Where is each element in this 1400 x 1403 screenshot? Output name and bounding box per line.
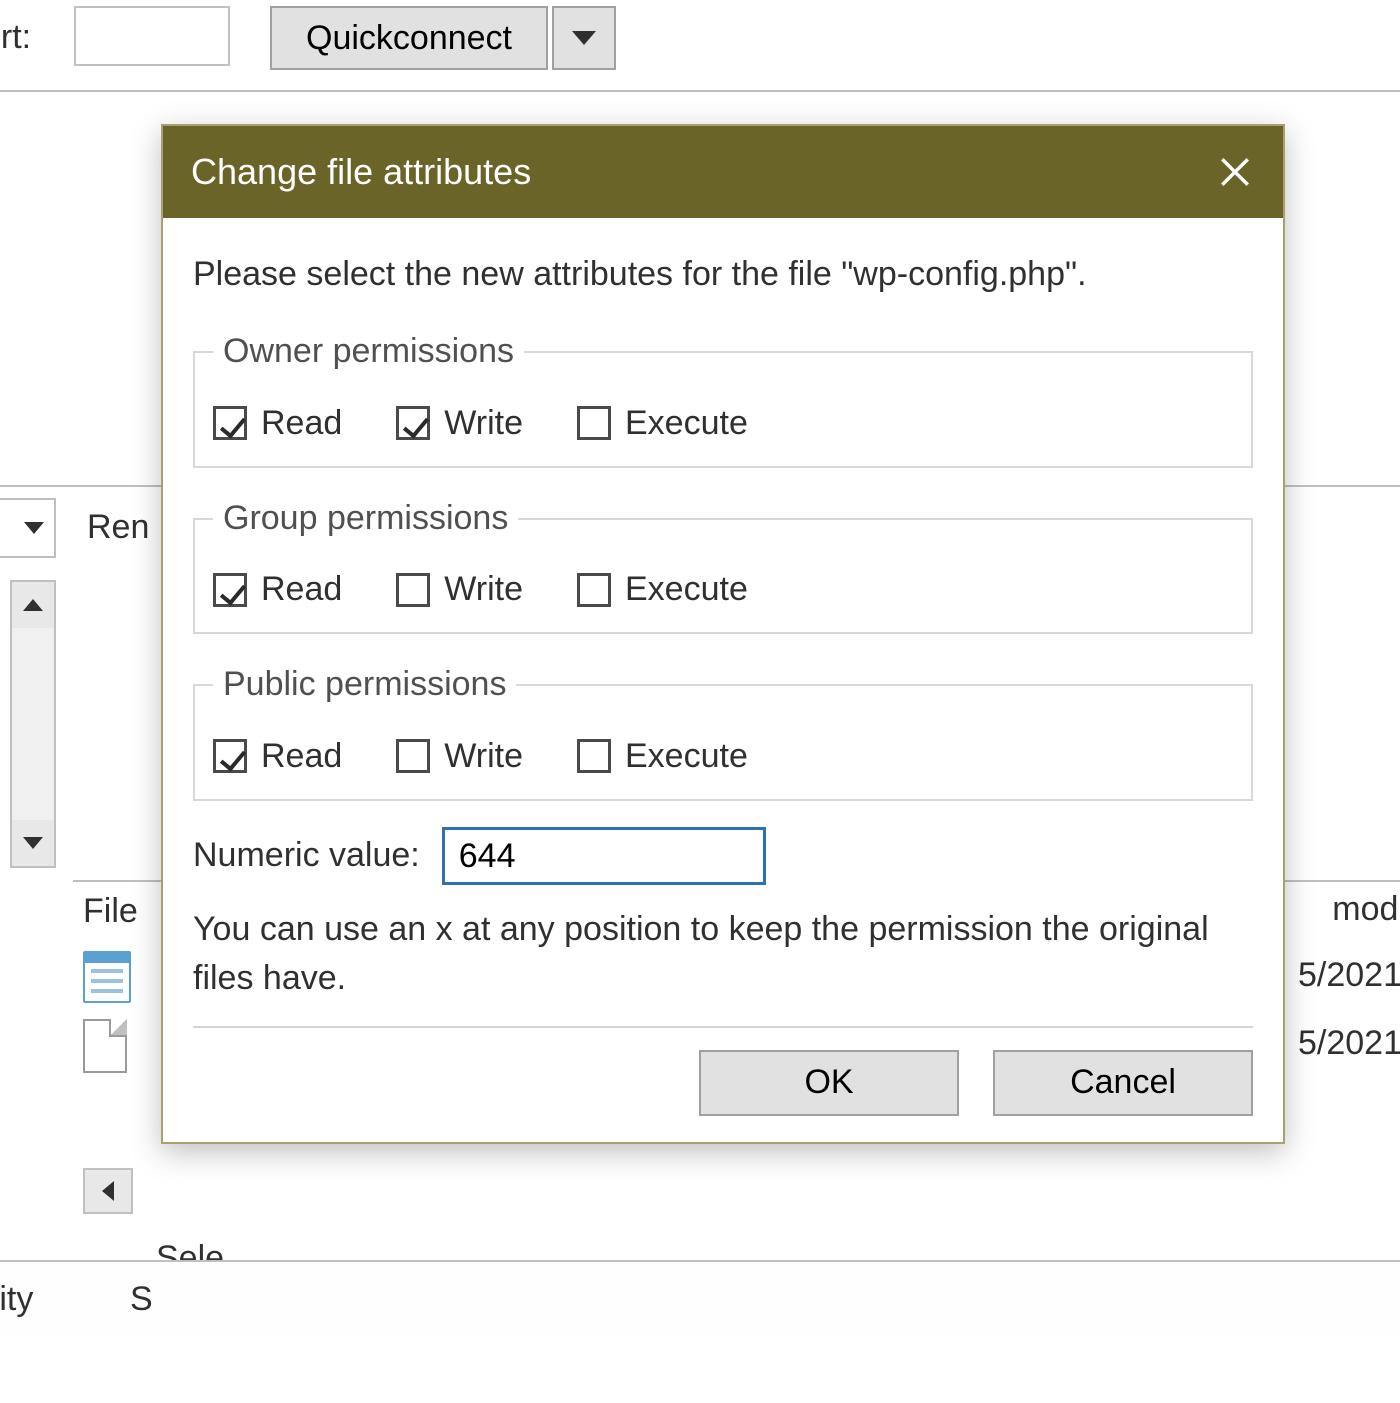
group-write-checkbox[interactable]: Write	[396, 565, 523, 614]
status-column-truncated[interactable]: S	[130, 1280, 153, 1319]
checkbox-label: Write	[444, 565, 523, 614]
close-icon	[1218, 155, 1252, 189]
file-date: 5/2021	[1298, 956, 1400, 995]
chevron-down-icon	[572, 31, 596, 45]
checkbox-icon	[577, 406, 611, 440]
dialog-title-text: Change file attributes	[191, 151, 531, 193]
scroll-up-button[interactable]	[12, 582, 54, 628]
quickconnect-toolbar: ort: Quickconnect	[0, 0, 1400, 92]
remote-site-label-truncated: Ren	[87, 508, 149, 547]
quickconnect-button-label: Quickconnect	[306, 19, 512, 58]
checkbox-label: Execute	[625, 732, 748, 781]
public-execute-checkbox[interactable]: Execute	[577, 732, 748, 781]
checkbox-icon	[396, 739, 430, 773]
public-permissions-legend: Public permissions	[213, 660, 516, 709]
notepad-file-icon	[83, 951, 131, 1005]
group-permissions-group: Group permissions Read Write Execute	[193, 494, 1253, 635]
dialog-close-button[interactable]	[1187, 126, 1283, 218]
owner-permissions-group: Owner permissions Read Write Execute	[193, 327, 1253, 468]
checkbox-icon	[213, 406, 247, 440]
chevron-left-icon	[102, 1181, 114, 1201]
filename-column-header[interactable]: File	[83, 892, 138, 931]
checkbox-icon	[396, 406, 430, 440]
checkbox-label: Write	[444, 399, 523, 448]
numeric-value-label: Numeric value:	[193, 831, 420, 880]
checkbox-icon	[577, 573, 611, 607]
port-input[interactable]	[74, 6, 230, 66]
group-permissions-legend: Group permissions	[213, 494, 518, 543]
chevron-up-icon	[23, 599, 43, 611]
quickconnect-button[interactable]: Quickconnect	[270, 6, 548, 70]
checkbox-icon	[396, 573, 430, 607]
cancel-button-label: Cancel	[1070, 1063, 1176, 1101]
numeric-value-input[interactable]	[442, 827, 766, 885]
blank-file-icon	[83, 1019, 131, 1073]
group-read-checkbox[interactable]: Read	[213, 565, 342, 614]
owner-write-checkbox[interactable]: Write	[396, 399, 523, 448]
file-row[interactable]	[83, 950, 131, 1006]
public-permissions-group: Public permissions Read Write Execute	[193, 660, 1253, 801]
tree-scrollbar[interactable]	[10, 580, 56, 868]
owner-execute-checkbox[interactable]: Execute	[577, 399, 748, 448]
chevron-down-icon	[23, 837, 43, 849]
checkbox-label: Read	[261, 732, 342, 781]
file-date: 5/2021	[1298, 1024, 1400, 1063]
local-path-combobox[interactable]	[0, 498, 56, 558]
scroll-left-button[interactable]	[83, 1168, 133, 1214]
public-write-checkbox[interactable]: Write	[396, 732, 523, 781]
dialog-titlebar[interactable]: Change file attributes	[163, 126, 1283, 218]
ok-button[interactable]: OK	[699, 1050, 959, 1116]
checkbox-label: Execute	[625, 399, 748, 448]
checkbox-icon	[577, 739, 611, 773]
checkbox-label: Read	[261, 565, 342, 614]
checkbox-icon	[213, 573, 247, 607]
public-read-checkbox[interactable]: Read	[213, 732, 342, 781]
transfer-queue-header: rity S	[0, 1260, 1400, 1334]
checkbox-label: Write	[444, 732, 523, 781]
change-file-attributes-dialog: Change file attributes Please select the…	[161, 124, 1285, 1144]
scroll-down-button[interactable]	[12, 820, 54, 866]
checkbox-label: Execute	[625, 565, 748, 614]
chevron-down-icon	[24, 522, 44, 534]
checkbox-label: Read	[261, 399, 342, 448]
priority-column-truncated[interactable]: rity	[0, 1280, 33, 1319]
cancel-button[interactable]: Cancel	[993, 1050, 1253, 1116]
checkbox-icon	[213, 739, 247, 773]
dialog-instruction-text: Please select the new attributes for the…	[193, 250, 1253, 299]
ok-button-label: OK	[804, 1063, 853, 1101]
owner-permissions-legend: Owner permissions	[213, 327, 524, 376]
owner-read-checkbox[interactable]: Read	[213, 399, 342, 448]
group-execute-checkbox[interactable]: Execute	[577, 565, 748, 614]
file-row[interactable]	[83, 1018, 131, 1074]
last-modified-column-header-truncated[interactable]: modi	[1332, 890, 1400, 929]
permission-x-hint-text: You can use an x at any position to keep…	[193, 905, 1253, 1026]
quickconnect-dropdown-button[interactable]	[552, 6, 616, 70]
port-label: ort:	[0, 18, 31, 57]
